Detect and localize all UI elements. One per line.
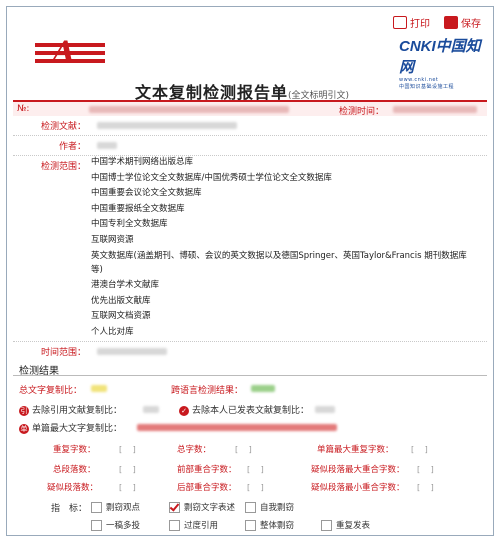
indicator-plagiarize-idea[interactable]: 剽窃观点 bbox=[91, 501, 140, 513]
scope-label: 检测范围： bbox=[41, 162, 87, 172]
print-label: 打印 bbox=[410, 19, 430, 30]
checkbox-icon bbox=[91, 501, 102, 513]
save-icon bbox=[444, 16, 458, 29]
indicator-over-cite[interactable]: 过度引用 bbox=[169, 519, 218, 531]
stat-label: 后部重合字数： bbox=[177, 483, 237, 493]
cnki-logo: CNKI中国知网 www.cnki.net 中国知识基础设施工程 bbox=[399, 35, 485, 90]
indicator-duplicate-publish[interactable]: 重复发表 bbox=[321, 519, 370, 531]
indicator-label: 整体剽窃 bbox=[260, 521, 295, 531]
check-time-redacted bbox=[393, 106, 477, 113]
database-item: 中国学术期刊网络出版总库 bbox=[91, 157, 194, 167]
excl-ref-row: 引去除引用文献复制比： bbox=[19, 403, 122, 416]
indicator-label: 剽窃观点 bbox=[106, 503, 141, 513]
excl-self-redacted bbox=[315, 406, 335, 413]
checkbox-icon bbox=[245, 519, 256, 531]
database-item: 个人比对库 bbox=[91, 326, 134, 337]
indicator-label: 剽窃文字表述 bbox=[184, 503, 236, 513]
single-max-row: 单单篇最大文字复制比： bbox=[19, 421, 122, 434]
stat-value: [ ] bbox=[119, 445, 136, 454]
logo-letter: A bbox=[53, 35, 75, 68]
stat-value: [ ] bbox=[417, 483, 434, 492]
database-item: 英文数据库(涵盖期刊、博硕、会议的英文数据以及德国Springer、英国Tayl… bbox=[91, 251, 467, 275]
indicator-multi-submit[interactable]: 一稿多投 bbox=[91, 519, 140, 531]
checkbox-icon bbox=[169, 519, 180, 531]
cnki-tag: 中国知识基础设施工程 bbox=[399, 84, 455, 90]
indicators-label: 指 标： bbox=[51, 504, 88, 514]
excl-ref-redacted bbox=[143, 406, 159, 413]
results-heading: 检测结果 bbox=[13, 362, 487, 377]
single-max-redacted bbox=[137, 424, 337, 431]
total-ratio-label: 总文字复制比： bbox=[19, 386, 83, 396]
stat-value: [ ] bbox=[417, 465, 434, 474]
excl-ref-label: 去除引用文献复制比： bbox=[32, 406, 123, 416]
indicator-label: 重复发表 bbox=[336, 521, 371, 531]
stat-value: [ ] bbox=[411, 445, 428, 454]
author-redacted bbox=[97, 142, 117, 149]
single-max-label: 单篇最大文字复制比： bbox=[32, 424, 123, 434]
database-item: 中国博士学位论文全文数据库/中国优秀硕士学位论文全文数据库 bbox=[91, 172, 332, 183]
cross-language-label: 跨语言检测结果： bbox=[171, 386, 244, 396]
database-item: 中国重要会议论文全文数据库 bbox=[91, 188, 202, 198]
stat-value: [ ] bbox=[247, 465, 264, 474]
database-item: 中国重要报纸全文数据库 bbox=[91, 203, 185, 214]
checkbox-checked-icon bbox=[169, 501, 180, 513]
indicator-label: 自我剽窃 bbox=[260, 503, 295, 513]
printer-icon bbox=[393, 16, 407, 29]
report-frame: A 打印 保存 CNKI中国知网 www.cnki.net 中国知识基础设施工程… bbox=[6, 6, 494, 536]
stat-label: 疑似段落最小重合字数： bbox=[311, 483, 405, 493]
report-logo: A bbox=[35, 35, 105, 68]
report-id-label: №: bbox=[17, 104, 30, 114]
toolbar: 打印 保存 bbox=[393, 15, 481, 30]
author-label: 作者： bbox=[59, 142, 87, 152]
stat-value: [ ] bbox=[119, 483, 136, 492]
total-ratio-redacted bbox=[91, 385, 107, 392]
stat-value: [ ] bbox=[235, 445, 252, 454]
checkbox-icon bbox=[321, 519, 332, 531]
stat-label: 前部重合字数： bbox=[177, 465, 237, 475]
database-item: 互联网文档资源 bbox=[91, 311, 151, 321]
check-time-label: 检测时间： bbox=[339, 107, 385, 117]
database-item: 港澳台学术文献库 bbox=[91, 280, 160, 290]
indicator-self-plagiarize[interactable]: 自我剽窃 bbox=[245, 501, 294, 513]
checkbox-icon bbox=[91, 519, 102, 531]
report-id-row: №: 检测时间： bbox=[13, 100, 487, 117]
doc-label: 检测文献： bbox=[41, 122, 87, 132]
single-icon: 单 bbox=[19, 423, 29, 434]
excl-self-row: ✓ 去除本人已发表文献复制比： bbox=[179, 403, 309, 416]
save-label: 保存 bbox=[461, 19, 481, 30]
stat-label: 总段落数： bbox=[53, 465, 96, 475]
database-list: 中国学术期刊网络出版总库 中国博士学位论文全文数据库/中国优秀硕士学位论文全文数… bbox=[91, 155, 471, 340]
stat-label: 单篇最大重复字数： bbox=[317, 445, 394, 455]
database-item: 互联网资源 bbox=[91, 234, 134, 245]
period-label: 时间范围： bbox=[41, 348, 87, 358]
stat-label: 疑似段落数： bbox=[47, 483, 99, 493]
period-redacted bbox=[97, 348, 167, 355]
save-button[interactable]: 保存 bbox=[444, 15, 481, 30]
checkbox-icon bbox=[245, 501, 256, 513]
ref-icon: 引 bbox=[19, 405, 29, 416]
database-item: 中国专利全文数据库 bbox=[91, 219, 168, 229]
stat-value: [ ] bbox=[119, 465, 136, 474]
stat-label: 疑似段落最大重合字数： bbox=[311, 465, 405, 475]
indicator-plagiarize-text[interactable]: 剽窃文字表述 bbox=[169, 501, 235, 513]
excl-self-label: 去除本人已发表文献复制比： bbox=[192, 406, 310, 416]
indicator-label: 过度引用 bbox=[184, 521, 219, 531]
indicator-label: 一稿多投 bbox=[106, 521, 141, 531]
stat-label: 重复字数： bbox=[53, 445, 96, 455]
cnki-mark: CNKI中国知网 bbox=[399, 38, 481, 76]
stat-label: 总字数： bbox=[177, 445, 212, 455]
stat-value: [ ] bbox=[247, 483, 264, 492]
doc-title-redacted bbox=[97, 122, 237, 129]
database-item: 优先出版文献库 bbox=[91, 295, 151, 306]
indicator-whole-plagiarize[interactable]: 整体剽窃 bbox=[245, 519, 294, 531]
print-button[interactable]: 打印 bbox=[393, 15, 430, 30]
self-icon: ✓ bbox=[179, 405, 189, 416]
report-id-redacted bbox=[89, 106, 289, 113]
cross-language-redacted bbox=[251, 385, 275, 392]
